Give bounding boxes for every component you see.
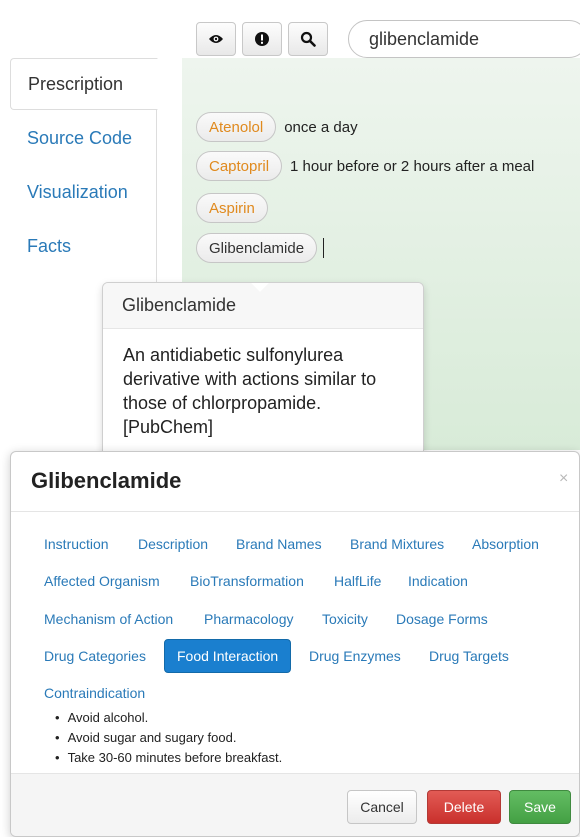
- search-button[interactable]: [288, 22, 328, 56]
- close-icon[interactable]: ×: [559, 470, 568, 488]
- app-root: Prescription Source Code Visualization F…: [0, 0, 580, 837]
- tag-brand-mixtures[interactable]: Brand Mixtures: [339, 529, 455, 559]
- tab-label: Prescription: [28, 73, 124, 94]
- list-item: Avoid sugar and sugary food.: [55, 728, 282, 748]
- search-field[interactable]: [348, 20, 580, 58]
- drug-modal: Glibenclamide × Instruction Description …: [10, 451, 580, 837]
- list-item: Avoid alcohol.: [55, 708, 282, 728]
- search-input[interactable]: [369, 28, 569, 50]
- modal-header: Glibenclamide ×: [11, 452, 579, 512]
- text-caret: [323, 238, 325, 258]
- search-icon: [300, 31, 316, 47]
- modal-footer: Cancel Delete Save: [11, 773, 579, 836]
- tab-label: Facts: [27, 235, 72, 256]
- prescription-row: Glibenclamide: [196, 232, 325, 264]
- tag-pharmacology[interactable]: Pharmacology: [193, 604, 305, 634]
- tag-drug-enzymes[interactable]: Drug Enzymes: [298, 641, 412, 671]
- tag-food-interaction[interactable]: Food Interaction: [164, 639, 292, 673]
- popover-title: Glibenclamide: [103, 283, 423, 329]
- drug-pill-aspirin[interactable]: Aspirin: [196, 193, 268, 223]
- tab-label: Source Code: [27, 127, 133, 148]
- prescription-row: Captopril 1 hour before or 2 hours after…: [196, 150, 534, 182]
- modal-title: Glibenclamide: [31, 468, 182, 493]
- tag-brand-names[interactable]: Brand Names: [225, 529, 333, 559]
- tag-mechanism-of-action[interactable]: Mechanism of Action: [33, 604, 184, 634]
- popover-body: An antidiabetic sulfonylurea derivative …: [123, 345, 377, 437]
- drug-popover: Glibenclamide An antidiabetic sulfonylur…: [102, 282, 424, 457]
- tag-affected-organism[interactable]: Affected Organism: [33, 566, 171, 596]
- tag-biotransformation[interactable]: BioTransformation: [179, 566, 315, 596]
- tag-description[interactable]: Description: [127, 529, 219, 559]
- cancel-button[interactable]: Cancel: [347, 790, 417, 824]
- tag-halflife[interactable]: HalfLife: [323, 566, 392, 596]
- prescription-row: Aspirin: [196, 192, 268, 224]
- exclamation-icon: [255, 32, 269, 46]
- tab-facts[interactable]: Facts: [10, 220, 157, 272]
- tab-source-code[interactable]: Source Code: [10, 112, 157, 164]
- view-button[interactable]: [196, 22, 236, 56]
- list-item: Take 30-60 minutes before breakfast.: [55, 748, 283, 768]
- eye-icon: [209, 35, 223, 43]
- tab-visualization[interactable]: Visualization: [10, 166, 157, 218]
- drug-pill-captopril[interactable]: Captopril: [196, 151, 283, 181]
- tag-dosage-forms[interactable]: Dosage Forms: [385, 604, 499, 634]
- tab-prescription[interactable]: Prescription: [10, 58, 158, 110]
- drug-pill-glibenclamide[interactable]: Glibenclamide: [196, 233, 318, 263]
- food-interaction-list: Avoid alcohol. Avoid sugar and sugary fo…: [55, 708, 283, 768]
- prescription-row: Atenolol once a day: [196, 111, 358, 143]
- tag-contraindication[interactable]: Contraindication: [33, 678, 156, 708]
- tag-indication[interactable]: Indication: [397, 566, 479, 596]
- delete-button[interactable]: Delete: [427, 790, 501, 824]
- alert-button[interactable]: [242, 22, 282, 56]
- tag-drug-targets[interactable]: Drug Targets: [418, 641, 520, 671]
- tag-toxicity[interactable]: Toxicity: [311, 604, 379, 634]
- tab-label: Visualization: [27, 181, 128, 202]
- toolbar: [196, 22, 328, 56]
- tag-instruction[interactable]: Instruction: [33, 529, 120, 559]
- save-button[interactable]: Save: [509, 790, 571, 824]
- tag-absorption[interactable]: Absorption: [461, 529, 550, 559]
- drug-instruction: 1 hour before or 2 hours after a meal: [290, 157, 535, 175]
- drug-instruction: once a day: [284, 118, 358, 136]
- drug-pill-atenolol[interactable]: Atenolol: [196, 112, 277, 142]
- tag-drug-categories[interactable]: Drug Categories: [33, 641, 157, 671]
